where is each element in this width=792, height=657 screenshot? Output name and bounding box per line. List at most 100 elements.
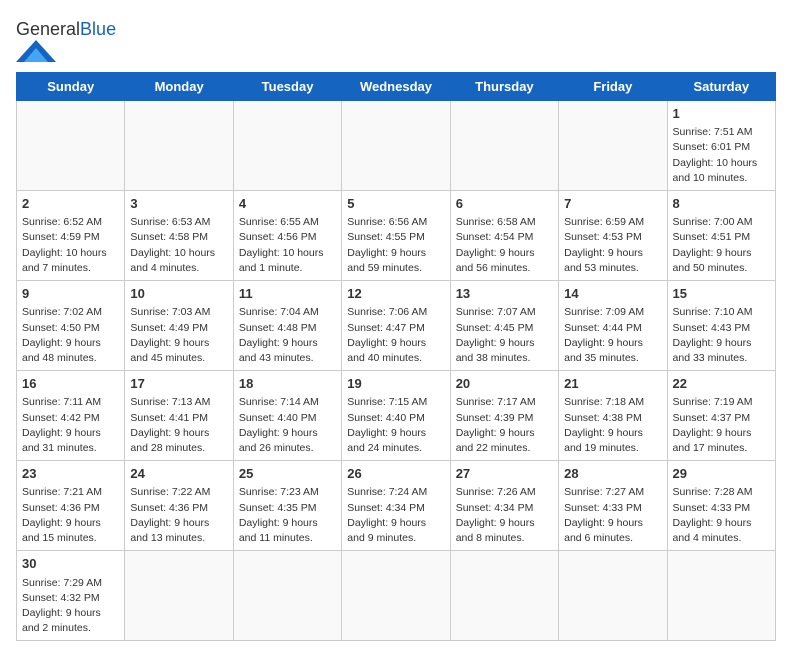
day-info: Sunrise: 7:19 AMSunset: 4:37 PMDaylight:… [673,395,770,456]
day-info: Sunrise: 6:55 AMSunset: 4:56 PMDaylight:… [239,215,336,276]
calendar-cell: 15Sunrise: 7:10 AMSunset: 4:43 PMDayligh… [667,281,775,371]
calendar-cell: 29 Sunrise: 7:28 AMSunset: 4:33 PMDayligh… [667,461,775,551]
calendar-cell: 10 Sunrise: 7:03 AMSunset: 4:49 PMDayligh… [125,281,233,371]
calendar-cell: 1 Sunrise: 7:51 AMSunset: 6:01 PMDaylight… [667,101,775,191]
day-number: 23 [22,465,119,483]
day-number: 22 [673,375,770,393]
day-number: 8 [673,195,770,213]
logo-icon [16,40,56,62]
calendar-cell: 16Sunrise: 7:11 AMSunset: 4:42 PMDayligh… [17,371,125,461]
calendar-week-row: 23Sunrise: 7:21 AMSunset: 4:36 PMDayligh… [17,461,776,551]
day-number: 4 [239,195,336,213]
calendar-cell: 23Sunrise: 7:21 AMSunset: 4:36 PMDayligh… [17,461,125,551]
day-number: 2 [22,195,119,213]
day-of-week-header: Sunday [17,73,125,101]
day-number: 11 [239,285,336,303]
day-info: Sunrise: 6:52 AMSunset: 4:59 PMDaylight:… [22,215,119,276]
logo: GeneralBlue [16,20,116,62]
calendar-cell: 17 Sunrise: 7:13 AMSunset: 4:41 PMDayligh… [125,371,233,461]
day-number: 21 [564,375,661,393]
day-info: Sunrise: 7:07 AMSunset: 4:45 PMDaylight:… [456,305,553,366]
day-info: Sunrise: 7:29 AMSunset: 4:32 PMDaylight:… [22,576,119,637]
day-of-week-header: Friday [559,73,667,101]
calendar-cell: 2 Sunrise: 6:52 AMSunset: 4:59 PMDaylight… [17,191,125,281]
day-info: Sunrise: 7:26 AMSunset: 4:34 PMDaylight:… [456,485,553,546]
calendar-cell [125,101,233,191]
day-info: Sunrise: 7:03 AMSunset: 4:49 PMDaylight:… [130,305,227,366]
logo-blue: Blue [80,19,116,39]
day-number: 20 [456,375,553,393]
calendar-cell: 3 Sunrise: 6:53 AMSunset: 4:58 PMDaylight… [125,191,233,281]
day-info: Sunrise: 7:27 AMSunset: 4:33 PMDaylight:… [564,485,661,546]
day-info: Sunrise: 7:28 AMSunset: 4:33 PMDaylight:… [673,485,770,546]
day-info: Sunrise: 7:22 AMSunset: 4:36 PMDaylight:… [130,485,227,546]
day-number: 24 [130,465,227,483]
day-number: 12 [347,285,444,303]
day-number: 5 [347,195,444,213]
calendar: SundayMondayTuesdayWednesdayThursdayFrid… [16,72,776,641]
day-info: Sunrise: 7:23 AMSunset: 4:35 PMDaylight:… [239,485,336,546]
calendar-week-row: 16Sunrise: 7:11 AMSunset: 4:42 PMDayligh… [17,371,776,461]
calendar-week-row: 2 Sunrise: 6:52 AMSunset: 4:59 PMDaylight… [17,191,776,281]
calendar-cell: 7Sunrise: 6:59 AMSunset: 4:53 PMDaylight… [559,191,667,281]
day-info: Sunrise: 7:00 AMSunset: 4:51 PMDaylight:… [673,215,770,276]
day-info: Sunrise: 7:09 AMSunset: 4:44 PMDaylight:… [564,305,661,366]
day-number: 26 [347,465,444,483]
day-number: 6 [456,195,553,213]
calendar-cell: 9Sunrise: 7:02 AMSunset: 4:50 PMDaylight… [17,281,125,371]
calendar-cell: 24 Sunrise: 7:22 AMSunset: 4:36 PMDayligh… [125,461,233,551]
day-info: Sunrise: 7:14 AMSunset: 4:40 PMDaylight:… [239,395,336,456]
day-of-week-header: Monday [125,73,233,101]
day-number: 14 [564,285,661,303]
calendar-cell: 18Sunrise: 7:14 AMSunset: 4:40 PMDayligh… [233,371,341,461]
day-number: 17 [130,375,227,393]
day-info: Sunrise: 6:53 AMSunset: 4:58 PMDaylight:… [130,215,227,276]
day-number: 9 [22,285,119,303]
calendar-cell: 26Sunrise: 7:24 AMSunset: 4:34 PMDayligh… [342,461,450,551]
calendar-cell [233,101,341,191]
day-number: 1 [673,105,770,123]
calendar-cell: 21Sunrise: 7:18 AMSunset: 4:38 PMDayligh… [559,371,667,461]
day-number: 10 [130,285,227,303]
calendar-week-row: 1 Sunrise: 7:51 AMSunset: 6:01 PMDaylight… [17,101,776,191]
day-number: 19 [347,375,444,393]
days-of-week-row: SundayMondayTuesdayWednesdayThursdayFrid… [17,73,776,101]
calendar-cell: 25 Sunrise: 7:23 AMSunset: 4:35 PMDayligh… [233,461,341,551]
day-info: Sunrise: 7:51 AMSunset: 6:01 PMDaylight:… [673,125,770,186]
calendar-cell [342,551,450,641]
day-number: 7 [564,195,661,213]
calendar-cell: 30 Sunrise: 7:29 AMSunset: 4:32 PMDayligh… [17,551,125,641]
day-info: Sunrise: 7:13 AMSunset: 4:41 PMDaylight:… [130,395,227,456]
day-of-week-header: Saturday [667,73,775,101]
header: GeneralBlue [16,16,776,62]
day-number: 25 [239,465,336,483]
calendar-cell: 27Sunrise: 7:26 AMSunset: 4:34 PMDayligh… [450,461,558,551]
calendar-cell [667,551,775,641]
calendar-cell [17,101,125,191]
calendar-cell [559,101,667,191]
calendar-cell: 8 Sunrise: 7:00 AMSunset: 4:51 PMDaylight… [667,191,775,281]
day-info: Sunrise: 7:11 AMSunset: 4:42 PMDaylight:… [22,395,119,456]
calendar-cell [450,101,558,191]
logo-text: GeneralBlue [16,20,116,38]
day-number: 13 [456,285,553,303]
day-of-week-header: Tuesday [233,73,341,101]
calendar-cell: 22 Sunrise: 7:19 AMSunset: 4:37 PMDayligh… [667,371,775,461]
calendar-cell: 28 Sunrise: 7:27 AMSunset: 4:33 PMDayligh… [559,461,667,551]
day-info: Sunrise: 6:58 AMSunset: 4:54 PMDaylight:… [456,215,553,276]
calendar-cell: 14 Sunrise: 7:09 AMSunset: 4:44 PMDayligh… [559,281,667,371]
calendar-cell [559,551,667,641]
day-number: 29 [673,465,770,483]
calendar-cell [450,551,558,641]
day-number: 15 [673,285,770,303]
day-number: 3 [130,195,227,213]
day-number: 28 [564,465,661,483]
day-info: Sunrise: 7:04 AMSunset: 4:48 PMDaylight:… [239,305,336,366]
calendar-cell: 19Sunrise: 7:15 AMSunset: 4:40 PMDayligh… [342,371,450,461]
day-of-week-header: Wednesday [342,73,450,101]
calendar-cell [125,551,233,641]
calendar-cell [233,551,341,641]
calendar-week-row: 9Sunrise: 7:02 AMSunset: 4:50 PMDaylight… [17,281,776,371]
day-of-week-header: Thursday [450,73,558,101]
day-number: 30 [22,555,119,573]
